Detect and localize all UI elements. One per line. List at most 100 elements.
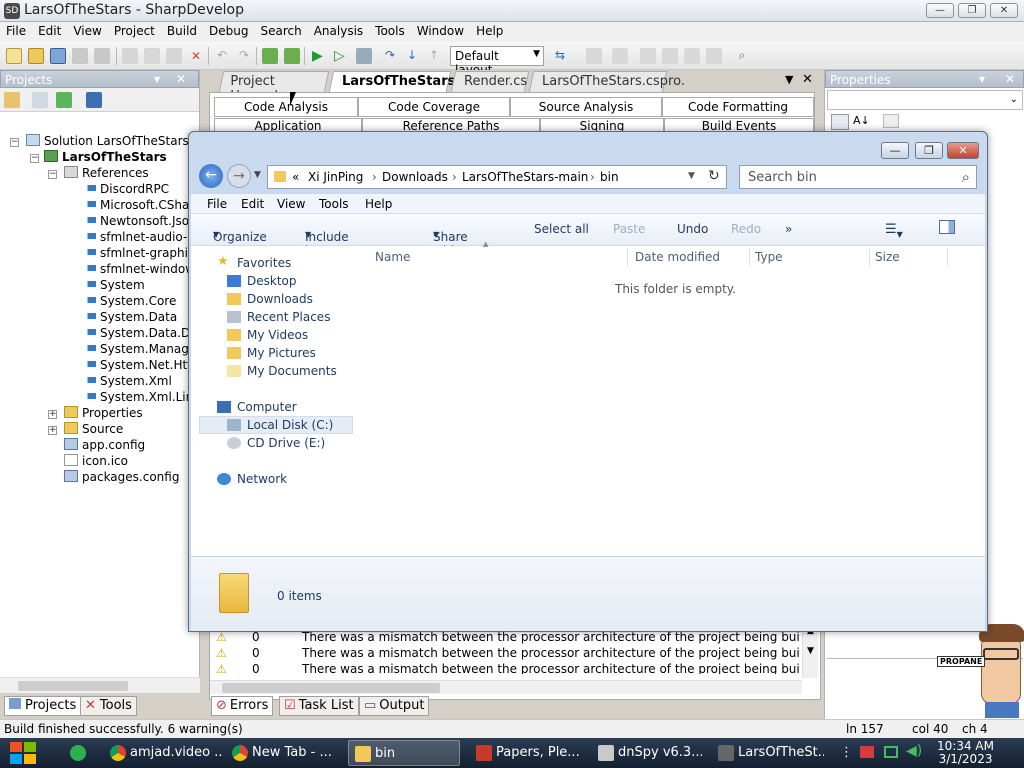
tree-node-references[interactable]: References <box>64 166 149 180</box>
step-over-icon[interactable]: ↷ <box>382 48 398 64</box>
menu-tools[interactable]: Tools <box>369 22 411 38</box>
explorer-close-button[interactable]: ✕ <box>947 142 979 159</box>
view-options-icon[interactable]: ☰ ▼ <box>885 222 903 239</box>
nav-cd-drive[interactable]: CD Drive (E:) <box>227 436 325 450</box>
tree-node-reference[interactable]: System.Net.Http <box>82 358 200 372</box>
navigate-icon[interactable]: ⇆ <box>552 48 568 64</box>
menu-debug[interactable]: Debug <box>203 22 254 38</box>
breadcrumb-bin[interactable]: bin <box>600 170 619 184</box>
tab-csproj[interactable]: LarsOfTheStars.cspro. <box>528 71 685 92</box>
tree-node-reference[interactable]: DiscordRPC <box>82 182 169 196</box>
close-icon[interactable]: ✕ <box>176 72 186 86</box>
tab-tools[interactable]: ✕ Tools <box>80 696 137 716</box>
minimize-button[interactable]: — <box>926 3 954 18</box>
horizontal-scrollbar[interactable] <box>0 677 200 693</box>
tray-flag-icon[interactable] <box>860 746 874 758</box>
nav-recent-places[interactable]: Recent Places <box>227 310 330 324</box>
start-button[interactable] <box>8 740 44 766</box>
error-row[interactable]: ⚠ 0 There was a mismatch between the pro… <box>210 630 800 646</box>
explorer-menu-edit[interactable]: Edit <box>241 197 264 211</box>
paste-icon[interactable] <box>166 48 182 64</box>
scrollbar-thumb[interactable] <box>18 681 128 691</box>
paste-button[interactable]: Paste <box>613 222 645 236</box>
column-type[interactable]: Type <box>755 250 783 264</box>
show-all-files-icon[interactable] <box>86 92 102 108</box>
taskbar-item-dnspy[interactable]: dnSpy v6.3.... <box>592 740 702 766</box>
tree-node-reference[interactable]: System.Data <box>82 310 177 324</box>
build-icon[interactable] <box>262 48 278 64</box>
scrollbar-thumb[interactable] <box>222 683 440 693</box>
address-dropdown-icon[interactable]: ▼ <box>688 171 695 181</box>
menu-edit[interactable]: Edit <box>32 22 67 38</box>
tree-node-source[interactable]: Source <box>64 422 123 436</box>
menu-help[interactable]: Help <box>470 22 509 38</box>
step-into-icon[interactable]: ↓ <box>404 48 420 64</box>
tab-task-list[interactable]: ☑ Task List <box>279 696 359 716</box>
tab-larsofthestars[interactable]: LarsOfTheStars <box>328 71 455 92</box>
nav-local-disk[interactable]: Local Disk (C:) <box>227 418 333 432</box>
bookmark-clear-icon[interactable] <box>706 48 722 64</box>
forward-button[interactable]: → <box>227 164 251 188</box>
explorer-menu-view[interactable]: View <box>277 197 305 211</box>
tree-node-solution[interactable]: Solution LarsOfTheStars <box>26 134 189 148</box>
open-folder-icon[interactable] <box>28 48 44 64</box>
taskbar-item-explorer[interactable]: bin <box>348 740 460 766</box>
categorized-icon[interactable] <box>831 114 849 130</box>
collapse-toggle[interactable]: − <box>48 170 57 179</box>
collapse-toggle[interactable]: − <box>10 138 19 147</box>
breadcrumb-project[interactable]: LarsOfTheStars-main <box>462 170 588 184</box>
menu-file[interactable]: File <box>0 22 32 38</box>
menu-search[interactable]: Search <box>254 22 307 38</box>
column-date-modified[interactable]: Date modified <box>635 250 720 264</box>
alphabetical-icon[interactable]: A↓ <box>853 114 870 127</box>
back-button[interactable]: ← <box>199 164 223 188</box>
menu-project[interactable]: Project <box>108 22 161 38</box>
tab-render-cs[interactable]: Render.cs <box>450 71 530 92</box>
run-icon[interactable]: ▶ <box>312 48 328 64</box>
clock[interactable]: 10:34 AM 3/1/2023 <box>937 740 994 766</box>
breadcrumb-user[interactable]: Xi JinPing <box>308 170 363 184</box>
copy-icon[interactable] <box>144 48 160 64</box>
column-name[interactable]: Name <box>375 250 410 264</box>
cut-icon[interactable] <box>122 48 138 64</box>
tree-node-reference[interactable]: System.Xml.Linc <box>82 390 200 404</box>
horizontal-scrollbar[interactable] <box>210 680 802 694</box>
tree-node-file[interactable]: app.config <box>64 438 145 452</box>
find-icon[interactable]: ⌕ <box>734 48 750 64</box>
object-select[interactable]: ⌄ <box>827 90 1023 110</box>
property-pages-icon[interactable] <box>883 114 899 128</box>
tree-node-reference[interactable]: System.Manage <box>82 342 196 356</box>
step-out-icon[interactable]: ↑ <box>426 48 442 64</box>
explorer-menu-file[interactable]: File <box>207 197 227 211</box>
undo-icon[interactable]: ↶ <box>214 48 230 64</box>
menu-analysis[interactable]: Analysis <box>308 22 369 38</box>
tray-overflow-icon[interactable]: ⋮ <box>840 745 853 760</box>
new-file-icon[interactable] <box>6 48 22 64</box>
tree-node-reference[interactable]: System.Data.Da <box>82 326 198 340</box>
nav-my-pictures[interactable]: My Pictures <box>227 346 316 360</box>
tree-node-reference[interactable]: sfmlnet-graphics <box>82 246 201 260</box>
menu-window[interactable]: Window <box>411 22 470 38</box>
tree-node-reference[interactable]: System <box>82 278 145 292</box>
refresh-icon[interactable] <box>56 92 72 108</box>
close-icon[interactable]: ✕ <box>1005 72 1015 86</box>
tab-code-formatting[interactable]: Code Formatting <box>662 97 814 117</box>
tab-output[interactable]: ▭ Output <box>359 696 430 716</box>
explorer-menu-help[interactable]: Help <box>365 197 392 211</box>
recent-locations-icon[interactable]: ▼ <box>254 170 261 180</box>
tree-node-reference[interactable]: Newtonsoft.Jso <box>82 214 189 228</box>
address-bar[interactable]: « Xi JinPing › Downloads › LarsOfTheStar… <box>267 165 727 189</box>
indent-icon[interactable] <box>612 48 628 64</box>
stop-icon[interactable] <box>356 48 372 64</box>
maximize-button[interactable]: ❐ <box>958 3 986 18</box>
tree-node-reference[interactable]: sfmlnet-audio-2 <box>82 230 195 244</box>
taskbar-item-chrome-newtab[interactable]: New Tab - ... <box>226 740 338 766</box>
preview-pane-icon[interactable] <box>939 220 955 234</box>
collapse-toggle[interactable]: − <box>30 154 39 163</box>
tray-volume-icon[interactable]: ◀) <box>906 743 922 759</box>
save-icon[interactable] <box>72 48 88 64</box>
comment-icon[interactable] <box>586 48 602 64</box>
bookmark-prev-icon[interactable] <box>662 48 678 64</box>
more-commands-button[interactable]: » <box>785 222 792 236</box>
nav-computer[interactable]: Computer <box>217 400 297 414</box>
